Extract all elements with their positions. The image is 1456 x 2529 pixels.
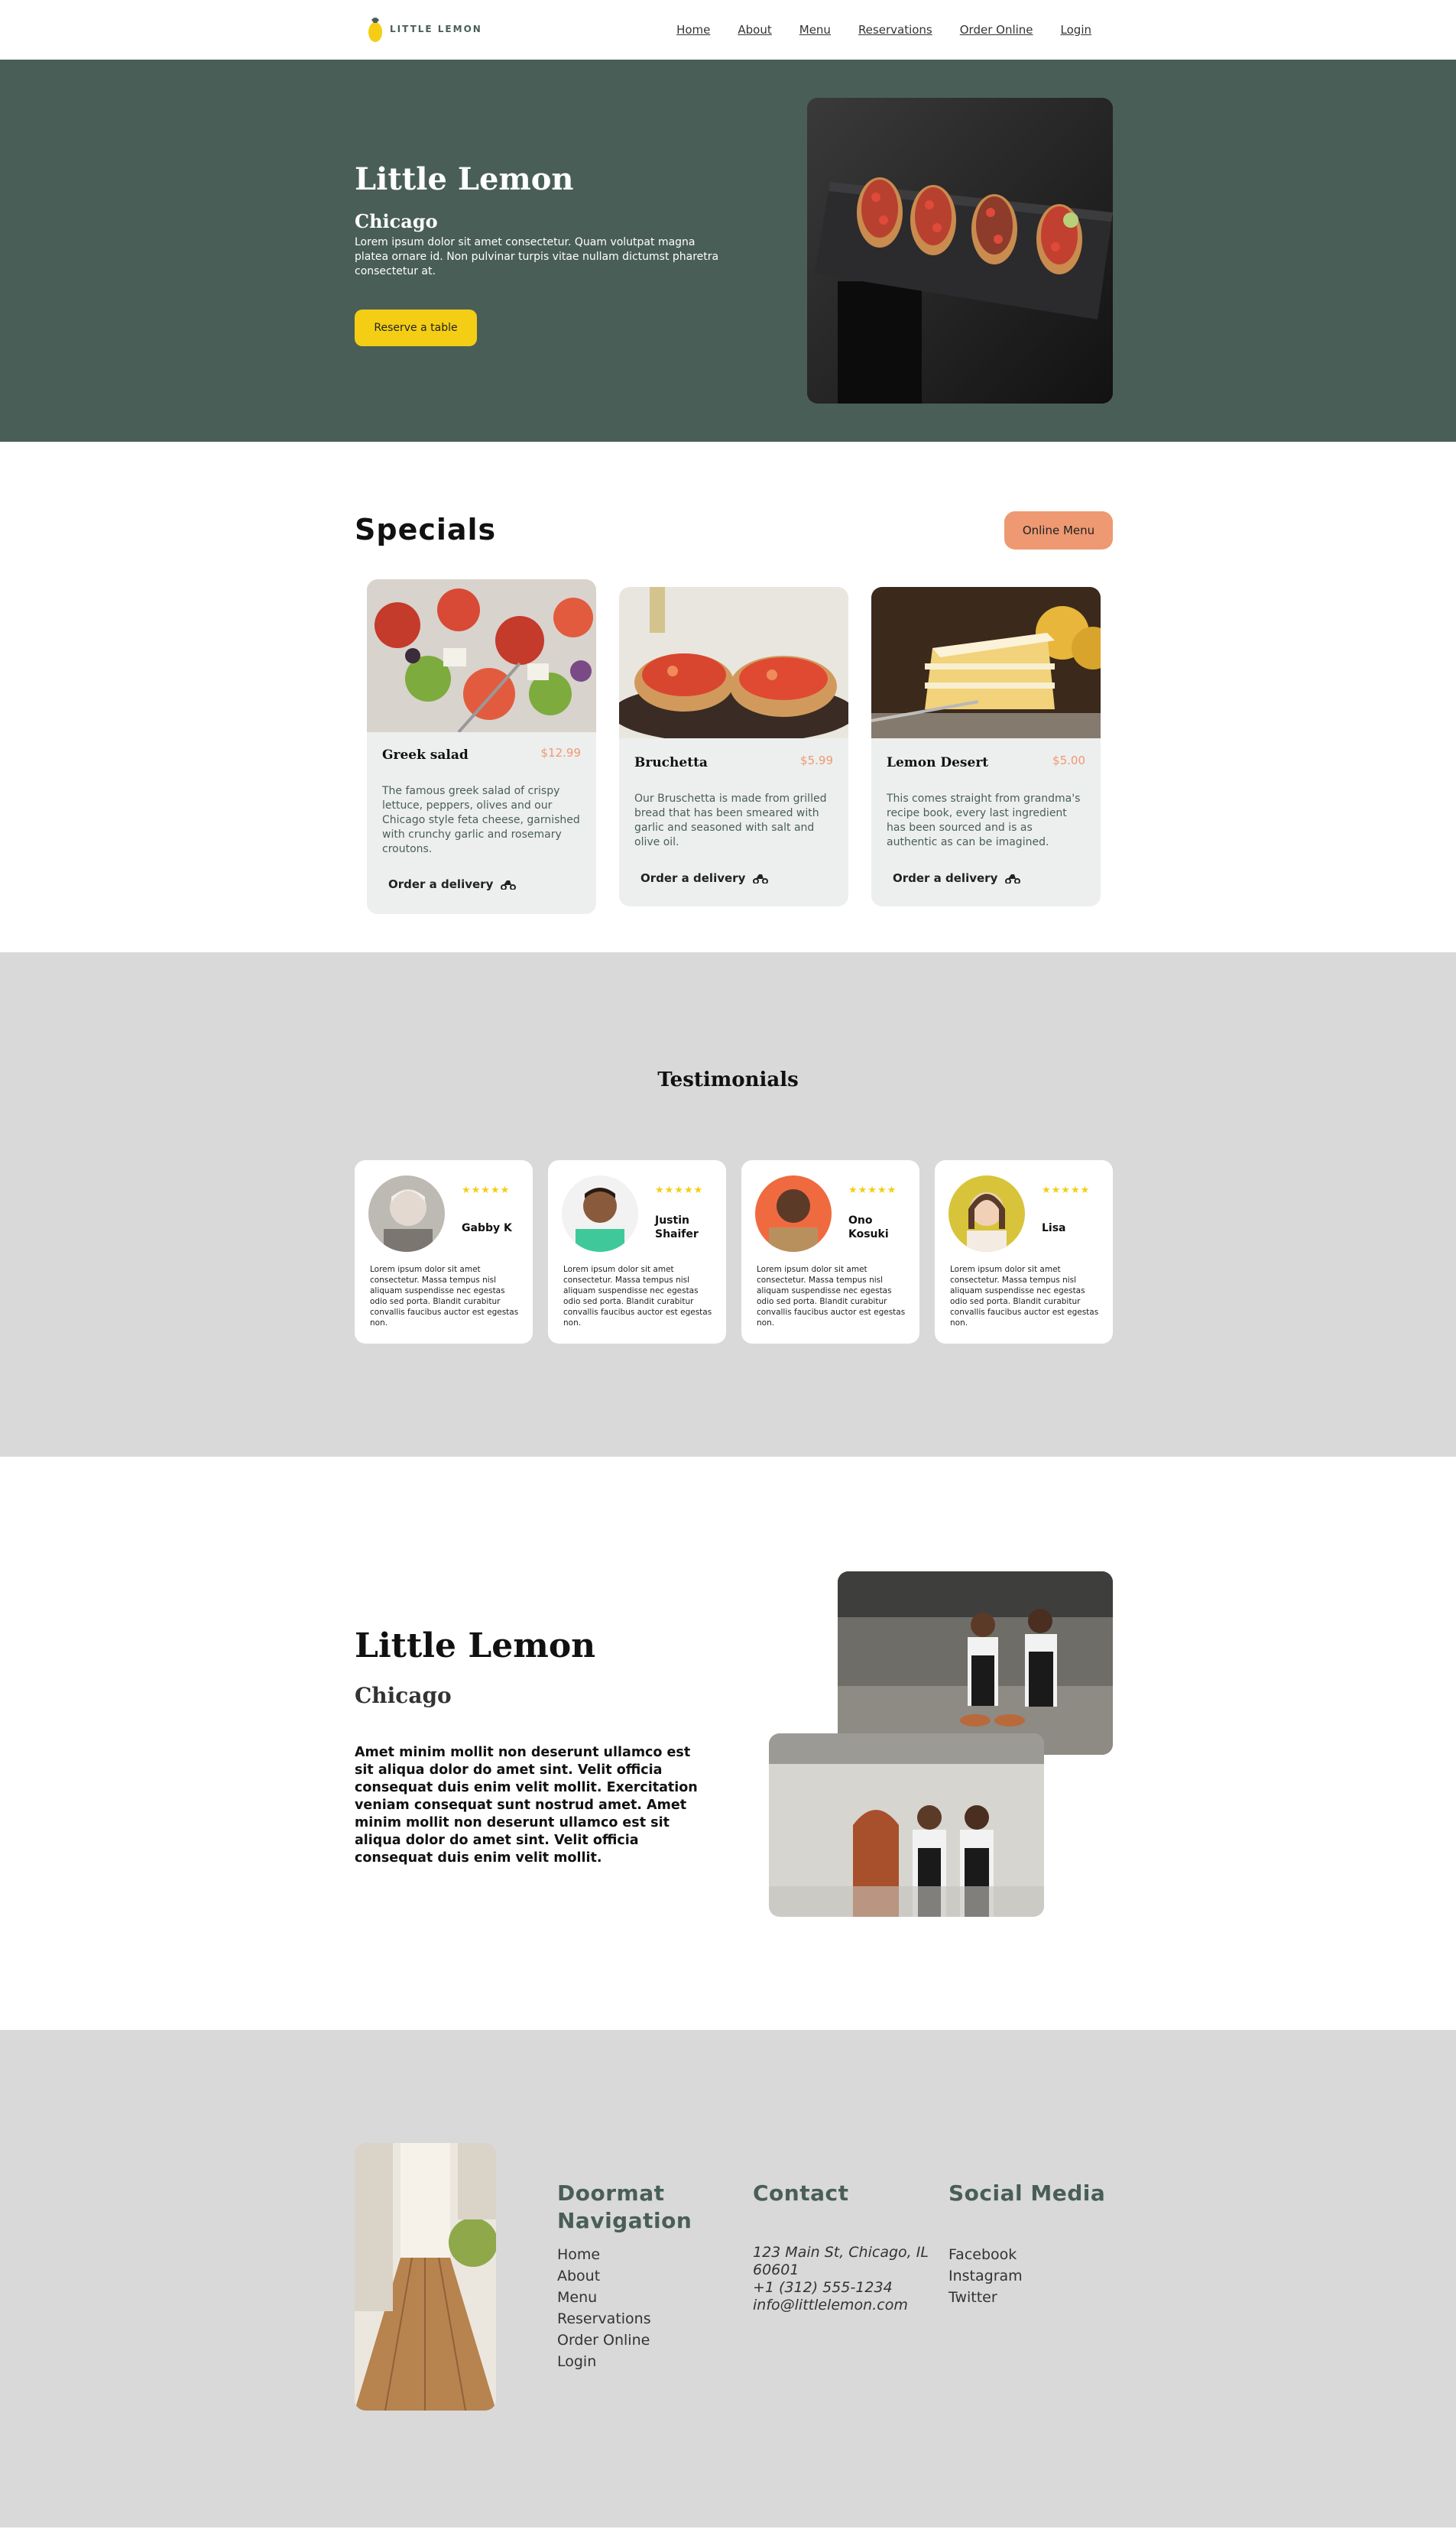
- lemon-desert-image: [871, 587, 1101, 738]
- testimonial-card: ★★★★★ Justin Shaifer Lorem ipsum dolor s…: [548, 1160, 726, 1344]
- greek-salad-image: [367, 579, 596, 732]
- special-card-greek-salad: Greek salad $12.99 The famous greek sala…: [367, 579, 596, 914]
- avatar: [562, 1175, 638, 1252]
- specials-section: Specials Online Menu Greek salad $12.99 …: [0, 442, 1456, 952]
- special-description: This comes straight from grandma's recip…: [887, 793, 1081, 848]
- testimonial-card: ★★★★★ Ono Kosuki Lorem ipsum dolor sit a…: [741, 1160, 919, 1344]
- special-price: $5.99: [800, 754, 833, 767]
- special-name: Greek salad: [382, 747, 469, 763]
- nav-link-home[interactable]: Home: [676, 23, 710, 37]
- delivery-scooter-icon: [753, 874, 769, 884]
- top-nav: LITTLE LEMON Home About Menu Reservation…: [0, 0, 1456, 60]
- nav-link-reservations[interactable]: Reservations: [858, 23, 932, 37]
- testimonial-name: Gabby K: [462, 1222, 512, 1234]
- footer-link-home[interactable]: Home: [557, 2244, 718, 2265]
- hero-food-image: [807, 98, 1113, 404]
- testimonial-card: ★★★★★ Lisa Lorem ipsum dolor sit amet co…: [935, 1160, 1113, 1344]
- footer-link-login[interactable]: Login: [557, 2351, 718, 2372]
- chefs-kitchen-image: [838, 1571, 1113, 1755]
- footer-social-media: Social Media Facebook Instagram Twitter: [949, 2180, 1113, 2308]
- hero-description: Lorem ipsum dolor sit amet consectetur. …: [355, 236, 719, 277]
- footer-nav-title: Doormat Navigation: [557, 2180, 692, 2233]
- logo-text: LITTLE LEMON: [390, 24, 482, 34]
- rating-stars-icon: ★★★★★: [655, 1185, 704, 1196]
- rating-stars-icon: ★★★★★: [462, 1185, 511, 1196]
- delivery-scooter-icon: [1005, 874, 1021, 884]
- nav-links: Home About Menu Reservations Order Onlin…: [676, 23, 1091, 37]
- contact-phone[interactable]: +1 (312) 555-1234: [753, 2279, 929, 2297]
- testimonial-name: Lisa: [1042, 1222, 1066, 1234]
- footer-link-about[interactable]: About: [557, 2265, 718, 2287]
- hero-section: Little Lemon Chicago Lorem ipsum dolor s…: [0, 60, 1456, 442]
- testimonial-name: Justin Shaifer: [655, 1214, 699, 1240]
- footer-contact-title: Contact: [753, 2180, 849, 2206]
- avatar: [368, 1175, 445, 1252]
- footer-link-order-online[interactable]: Order Online: [557, 2330, 718, 2351]
- special-name: Lemon Desert: [887, 755, 989, 770]
- about-subtitle: Chicago: [355, 1683, 452, 1708]
- lemon-logo-icon: [368, 18, 382, 42]
- order-delivery-link[interactable]: Order a delivery: [893, 871, 1021, 885]
- chefs-smiling-image: [769, 1733, 1044, 1917]
- testimonial-quote: Lorem ipsum dolor sit amet consectetur. …: [370, 1265, 519, 1328]
- footer-contact: Contact 123 Main St, Chicago, IL 60601 +…: [753, 2180, 929, 2314]
- footer-link-reservations[interactable]: Reservations: [557, 2308, 718, 2330]
- about-section: Little Lemon Chicago Amet minim mollit n…: [0, 1457, 1456, 2030]
- testimonial-quote: Lorem ipsum dolor sit amet consectetur. …: [563, 1265, 712, 1328]
- restaurant-interior-image: [355, 2143, 496, 2411]
- social-link-instagram[interactable]: Instagram: [949, 2265, 1113, 2287]
- logo[interactable]: LITTLE LEMON: [367, 14, 482, 44]
- avatar: [755, 1175, 832, 1252]
- contact-email[interactable]: info@littlelemon.com: [753, 2297, 929, 2314]
- social-link-twitter[interactable]: Twitter: [949, 2287, 1113, 2308]
- testimonial-quote: Lorem ipsum dolor sit amet consectetur. …: [950, 1265, 1099, 1328]
- special-name: Bruchetta: [634, 755, 708, 770]
- testimonial-name: Ono Kosuki: [848, 1214, 889, 1240]
- about-title: Little Lemon: [355, 1626, 596, 1665]
- specials-title: Specials: [355, 513, 497, 546]
- bruchetta-image: [619, 587, 848, 738]
- avatar: [949, 1175, 1025, 1252]
- special-price: $5.00: [1052, 754, 1085, 767]
- online-menu-button[interactable]: Online Menu: [1004, 511, 1113, 550]
- social-link-facebook[interactable]: Facebook: [949, 2244, 1113, 2265]
- rating-stars-icon: ★★★★★: [1042, 1185, 1091, 1196]
- about-text: Amet minim mollit non deserunt ullamco e…: [355, 1745, 698, 1866]
- rating-stars-icon: ★★★★★: [848, 1185, 897, 1196]
- reserve-table-button[interactable]: Reserve a table: [355, 310, 477, 346]
- testimonials-title: Testimonials: [657, 1068, 799, 1091]
- nav-link-about[interactable]: About: [738, 23, 771, 37]
- nav-link-login[interactable]: Login: [1061, 23, 1091, 37]
- footer-social-title: Social Media: [949, 2180, 1106, 2206]
- footer: Doormat Navigation Home About Menu Reser…: [0, 2030, 1456, 2527]
- nav-link-menu[interactable]: Menu: [799, 23, 831, 37]
- contact-address: 123 Main St, Chicago, IL 60601: [753, 2244, 929, 2278]
- special-card-bruchetta: Bruchetta $5.99 Our Bruschetta is made f…: [619, 587, 848, 906]
- special-price: $12.99: [540, 746, 582, 760]
- testimonial-quote: Lorem ipsum dolor sit amet consectetur. …: [757, 1265, 906, 1328]
- order-delivery-link[interactable]: Order a delivery: [640, 871, 769, 885]
- delivery-scooter-icon: [501, 880, 517, 890]
- order-delivery-link[interactable]: Order a delivery: [388, 877, 517, 891]
- special-card-lemon-desert: Lemon Desert $5.00 This comes straight f…: [871, 587, 1101, 906]
- testimonial-card: ★★★★★ Gabby K Lorem ipsum dolor sit amet…: [355, 1160, 533, 1344]
- footer-link-menu[interactable]: Menu: [557, 2287, 718, 2308]
- hero-title: Little Lemon: [355, 161, 574, 197]
- nav-link-order-online[interactable]: Order Online: [960, 23, 1033, 37]
- footer-doormat-navigation: Doormat Navigation Home About Menu Reser…: [557, 2180, 718, 2372]
- hero-subtitle: Chicago: [355, 210, 438, 232]
- testimonials-section: Testimonials ★★★★★ Gabby K Lorem ipsum d…: [0, 952, 1456, 1457]
- bruschetta-platter-image: [807, 98, 1113, 404]
- special-description: Our Bruschetta is made from grilled brea…: [634, 793, 827, 848]
- special-description: The famous greek salad of crispy lettuce…: [382, 785, 580, 855]
